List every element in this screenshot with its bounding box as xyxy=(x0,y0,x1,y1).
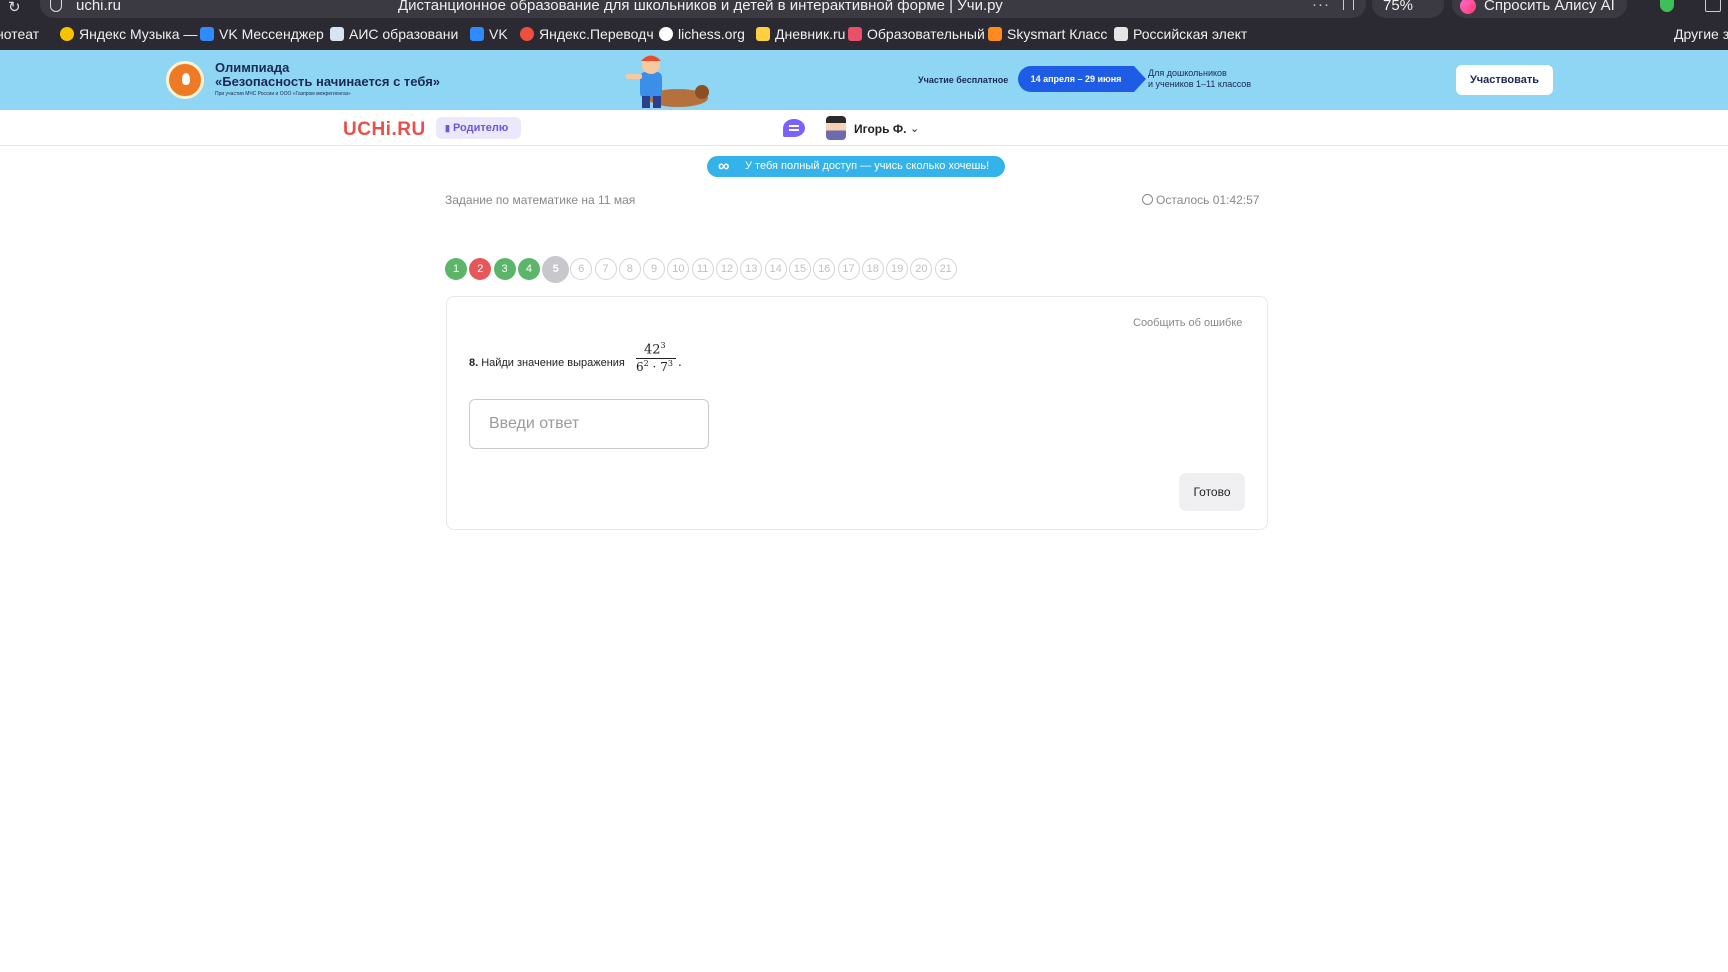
education-icon xyxy=(848,27,862,41)
banner-title-line1: Олимпиада xyxy=(215,60,290,75)
fraction-numerator: 423 xyxy=(644,341,666,358)
step-19[interactable]: 19 xyxy=(886,258,909,280)
bookmark-item[interactable]: Яндекс Музыка — xyxy=(60,26,197,42)
lichess-icon xyxy=(659,27,673,41)
shield-icon[interactable] xyxy=(50,0,62,12)
vk-icon xyxy=(470,27,484,41)
bookmark-item[interactable]: нотеат xyxy=(0,26,39,42)
bookmark-item[interactable]: VK Мессенджер xyxy=(200,26,324,42)
expression-period: . xyxy=(678,355,682,369)
step-11[interactable]: 11 xyxy=(691,258,714,280)
olympiad-logo-icon xyxy=(166,61,204,99)
bookmark-item[interactable]: Образовательный xyxy=(848,26,985,42)
step-4[interactable]: 4 xyxy=(517,258,540,280)
step-1[interactable]: 1 xyxy=(445,258,467,280)
step-5[interactable]: 5 xyxy=(542,256,570,283)
url-text[interactable]: uchi.ru xyxy=(76,0,121,14)
task-title: Задание по математике на 11 мая xyxy=(445,193,636,207)
infinity-icon: ∞ xyxy=(718,158,730,175)
full-access-banner[interactable]: ∞ У тебя полный доступ — учись сколько х… xyxy=(707,156,1005,177)
step-12[interactable]: 12 xyxy=(716,258,738,280)
participate-button[interactable]: Участвовать xyxy=(1456,65,1553,95)
zoom-text[interactable]: 75% xyxy=(1383,0,1413,14)
step-14[interactable]: 14 xyxy=(764,258,787,280)
banner-small-print: При участии МЧС России и ООО «Газпром ме… xyxy=(215,91,351,97)
bookmark-item[interactable]: Российская элект xyxy=(1114,26,1247,42)
bookmark-item[interactable]: Дневник.ru xyxy=(756,26,845,42)
answer-input[interactable] xyxy=(469,399,709,449)
protect-extension-icon[interactable] xyxy=(1660,0,1674,12)
avatar[interactable] xyxy=(826,116,846,140)
report-error-link[interactable]: Сообщить об ошибке xyxy=(1133,317,1242,329)
timer-icon xyxy=(1142,194,1153,205)
uchi-logo[interactable]: UCHi.RU xyxy=(343,119,426,141)
banner-title-line2: «Безопасность начинается с тебя» xyxy=(215,74,441,89)
question-text: 8. Найди значение выражения xyxy=(469,357,625,369)
step-9[interactable]: 9 xyxy=(643,258,666,280)
bookmark-item[interactable]: Яндекс.Переводч xyxy=(520,26,654,42)
step-18[interactable]: 18 xyxy=(861,258,884,280)
browser-toolbar: ↻ uchi.ru Дистанционное образование для … xyxy=(0,0,1728,18)
chat-icon[interactable] xyxy=(783,119,805,137)
olympiad-banner[interactable]: Олимпиада «Безопасность начинается с теб… xyxy=(0,50,1728,110)
bookmark-item[interactable]: Skysmart Класс xyxy=(988,26,1107,42)
russian-school-icon xyxy=(1114,27,1128,41)
site-header: UCHi.RU ▮ Родителю Игорь Ф. ⌄ xyxy=(0,110,1728,146)
reload-icon[interactable]: ↻ xyxy=(8,0,21,16)
ais-icon xyxy=(330,27,344,41)
step-2[interactable]: 2 xyxy=(469,258,492,280)
dnevnik-icon xyxy=(756,27,770,41)
page-title: Дистанционное образование для школьников… xyxy=(398,0,1003,14)
parent-button[interactable]: ▮ Родителю xyxy=(436,117,521,139)
step-6[interactable]: 6 xyxy=(570,258,593,280)
fraction-denominator: 62 · 73 xyxy=(636,359,673,374)
yandex-translate-icon xyxy=(520,27,534,41)
step-16[interactable]: 16 xyxy=(813,258,836,280)
step-7[interactable]: 7 xyxy=(594,258,617,280)
bookmark-item[interactable]: АИС образовани xyxy=(330,26,458,42)
banner-audience: Для дошкольников и учеников 1–11 классов xyxy=(1148,68,1252,89)
chevron-down-icon[interactable]: ⌄ xyxy=(910,122,919,135)
user-name[interactable]: Игорь Ф. xyxy=(854,122,906,136)
alice-label[interactable]: Спросить Алису AI xyxy=(1484,0,1615,14)
task-card: Сообщить об ошибке 8. Найди значение выра… xyxy=(446,296,1268,530)
step-10[interactable]: 10 xyxy=(667,258,690,280)
submit-button[interactable]: Готово xyxy=(1179,473,1245,511)
more-icon[interactable]: ··· xyxy=(1312,0,1330,13)
bookmark-item[interactable]: lichess.org xyxy=(659,26,745,42)
step-13[interactable]: 13 xyxy=(740,258,763,280)
banner-free-text: Участие бесплатное xyxy=(918,75,1009,85)
tabs-icon[interactable] xyxy=(1705,0,1721,12)
step-21[interactable]: 21 xyxy=(934,258,957,280)
step-15[interactable]: 15 xyxy=(788,258,811,280)
chart-icon: ▮ xyxy=(445,123,450,133)
mascot-illustration xyxy=(626,55,709,108)
other-bookmarks[interactable]: Другие з xyxy=(1674,26,1728,42)
yandex-music-icon xyxy=(60,27,74,41)
timer: Осталось 01:42:57 xyxy=(1142,193,1259,207)
step-8[interactable]: 8 xyxy=(618,258,641,280)
access-text: У тебя полный доступ — учись сколько хоч… xyxy=(745,160,990,172)
vk-messenger-icon xyxy=(200,27,214,41)
bookmark-item[interactable]: VK xyxy=(470,26,508,42)
skysmart-icon xyxy=(988,27,1002,41)
step-17[interactable]: 17 xyxy=(837,258,860,280)
banner-dates: 14 апреля – 29 июня xyxy=(1018,66,1146,92)
bookmarks-bar: нотеат Яндекс Музыка — VK Мессенджер АИС… xyxy=(0,18,1728,50)
bookmark-icon[interactable] xyxy=(1343,0,1354,10)
step-20[interactable]: 20 xyxy=(910,258,933,280)
step-3[interactable]: 3 xyxy=(493,258,516,280)
